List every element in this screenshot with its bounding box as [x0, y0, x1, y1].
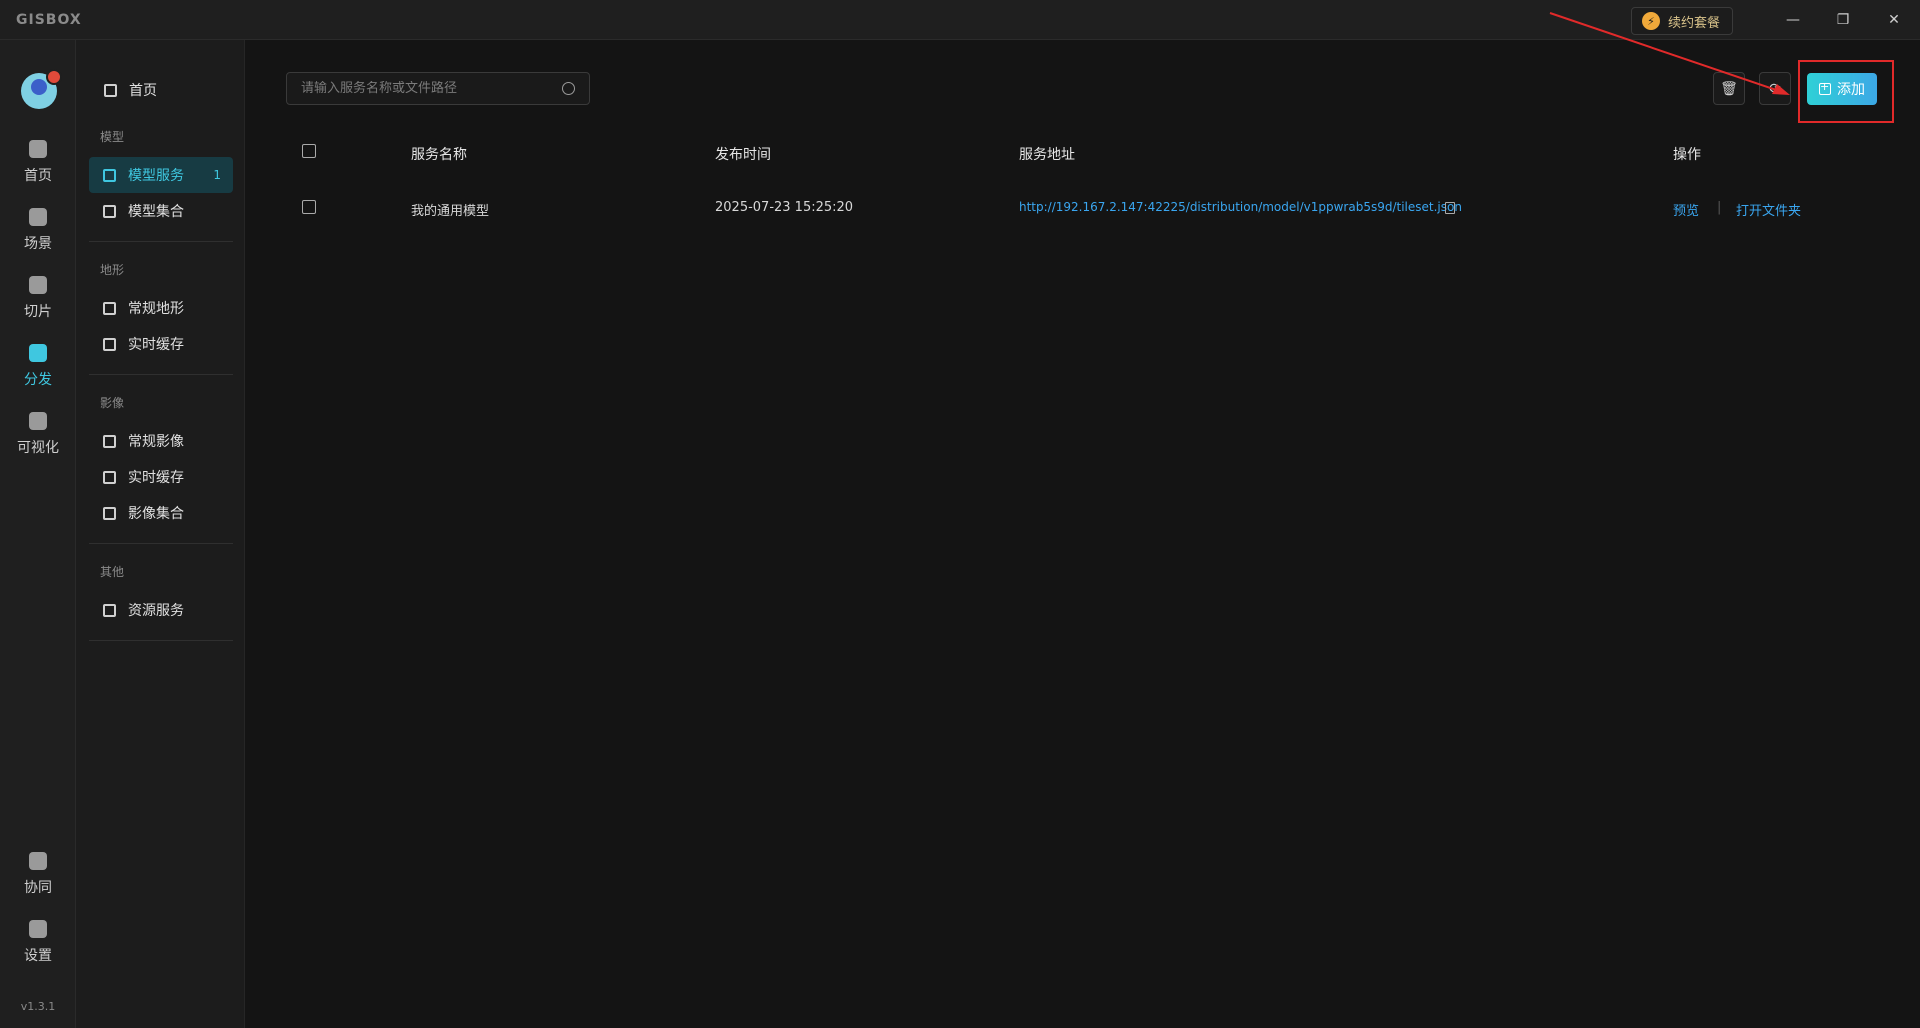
- sidebar-item-label: 首页: [129, 83, 157, 99]
- close-icon[interactable]: ✕: [1881, 8, 1907, 32]
- lock-icon: [29, 852, 47, 870]
- sidebar-item-label: 实时缓存: [128, 470, 184, 486]
- imagery-icon: [103, 434, 116, 448]
- divider: [89, 241, 233, 242]
- sidebar-item-model-service[interactable]: 模型服务 1: [89, 157, 233, 193]
- sidebar-item-imagery-collection[interactable]: 影像集合: [89, 495, 233, 531]
- group-title-model: 模型: [100, 130, 125, 144]
- divider: [89, 374, 233, 375]
- rail-item-settings[interactable]: 设置: [0, 920, 76, 965]
- column-header-time: 发布时间: [715, 147, 771, 163]
- notification-badge-icon: [46, 69, 62, 85]
- main-content: 🗑 ⟳ 添加 服务名称 发布时间 服务地址 操作 我的通用模型 2025-07-…: [245, 40, 1920, 1028]
- sidebar-item-model-collection[interactable]: 模型集合: [89, 193, 233, 229]
- sidebar-item-label: 实时缓存: [128, 337, 184, 353]
- rail-item-distribute[interactable]: 分发: [0, 344, 76, 389]
- chart-icon: [29, 412, 47, 430]
- terrain-icon: [103, 301, 116, 315]
- home-icon: [29, 140, 47, 158]
- rail-item-label: 首页: [24, 168, 52, 184]
- cell-service-name: 我的通用模型: [411, 204, 490, 219]
- rail-item-scene[interactable]: 场景: [0, 208, 76, 253]
- column-header-name: 服务名称: [411, 147, 467, 163]
- sidebar-item-label: 常规地形: [128, 301, 184, 317]
- rail-item-label: 协同: [24, 880, 52, 896]
- sidebar-item-home[interactable]: 首页: [104, 80, 157, 100]
- rail-item-label: 场景: [24, 236, 52, 252]
- rail-item-label: 可视化: [17, 440, 59, 456]
- cache-icon: [103, 470, 116, 484]
- left-rail: 首页 场景 切片 分发 可视化 协同 设置 v1.3.1: [0, 40, 76, 1028]
- preview-link[interactable]: 预览: [1673, 200, 1699, 219]
- home-icon: [104, 83, 117, 97]
- copy-icon[interactable]: [1445, 202, 1455, 214]
- rail-item-label: 切片: [24, 304, 52, 320]
- cube-icon: [29, 208, 47, 226]
- select-all-checkbox[interactable]: [302, 144, 316, 158]
- sidebar-item-label: 模型服务: [128, 168, 184, 184]
- annotation-highlight-box: [1798, 60, 1894, 123]
- trash-icon: 🗑: [1720, 80, 1738, 97]
- app-logo: GISBOX: [16, 12, 82, 28]
- renew-plan-button[interactable]: ⚡ 续约套餐: [1631, 7, 1734, 35]
- lightning-icon: ⚡: [1642, 12, 1660, 30]
- sidebar-item-label: 模型集合: [128, 204, 184, 220]
- rail-item-slice[interactable]: 切片: [0, 276, 76, 321]
- group-title-terrain: 地形: [100, 263, 125, 277]
- rail-item-home[interactable]: 首页: [0, 140, 76, 185]
- column-header-actions: 操作: [1673, 147, 1701, 163]
- rail-item-visualization[interactable]: 可视化: [0, 412, 76, 457]
- restore-icon[interactable]: ❐: [1830, 8, 1856, 32]
- slice-icon: [29, 276, 47, 294]
- cache-icon: [103, 337, 116, 351]
- rail-item-collaborate[interactable]: 协同: [0, 852, 76, 897]
- model-service-icon: [103, 168, 116, 182]
- title-bar: GISBOX ⚡ 续约套餐 — ❐ ✕: [0, 0, 1920, 40]
- sidebar-item-imagery-cache[interactable]: 实时缓存: [89, 459, 233, 495]
- count-badge: 1: [213, 168, 221, 182]
- minimize-icon[interactable]: —: [1780, 8, 1806, 32]
- search-input[interactable]: [301, 81, 562, 96]
- group-title-other: 其他: [100, 565, 125, 579]
- delete-button[interactable]: 🗑: [1713, 72, 1745, 105]
- row-checkbox[interactable]: [302, 200, 316, 214]
- sub-sidebar: 首页 模型 模型服务 1 模型集合 地形 常规地形 实时缓存 影像 常规影像 实…: [76, 40, 245, 1028]
- sidebar-item-terrain-cache[interactable]: 实时缓存: [89, 326, 233, 362]
- sidebar-item-label: 资源服务: [128, 603, 184, 619]
- rail-item-label: 设置: [24, 948, 52, 964]
- distribute-icon: [29, 344, 47, 362]
- sidebar-item-imagery[interactable]: 常规影像: [89, 423, 233, 459]
- group-title-imagery: 影像: [100, 396, 125, 410]
- column-header-url: 服务地址: [1019, 147, 1075, 163]
- imagery-collection-icon: [103, 506, 116, 520]
- search-box[interactable]: [286, 72, 590, 105]
- version-label: v1.3.1: [20, 1000, 56, 1013]
- cell-publish-time: 2025-07-23 15:25:20: [715, 200, 854, 215]
- gear-icon: [29, 920, 47, 938]
- service-url-link[interactable]: http://192.167.2.147:42225/distribution/…: [1019, 200, 1462, 214]
- resource-icon: [103, 603, 116, 617]
- action-separator: |: [1717, 200, 1722, 215]
- sidebar-item-label: 影像集合: [128, 506, 184, 522]
- renew-plan-label: 续约套餐: [1668, 15, 1721, 31]
- divider: [89, 543, 233, 544]
- rail-item-label: 分发: [24, 372, 52, 388]
- sidebar-item-label: 常规影像: [128, 434, 184, 450]
- avatar-figure-icon: [31, 79, 47, 95]
- avatar[interactable]: [21, 69, 62, 109]
- open-folder-link[interactable]: 打开文件夹: [1736, 200, 1801, 219]
- refresh-button[interactable]: ⟳: [1759, 72, 1791, 105]
- sidebar-item-resource-service[interactable]: 资源服务: [89, 592, 233, 628]
- refresh-icon: ⟳: [1769, 80, 1781, 97]
- model-collection-icon: [103, 204, 116, 218]
- sidebar-item-terrain[interactable]: 常规地形: [89, 290, 233, 326]
- divider: [89, 640, 233, 641]
- search-icon[interactable]: [562, 82, 575, 95]
